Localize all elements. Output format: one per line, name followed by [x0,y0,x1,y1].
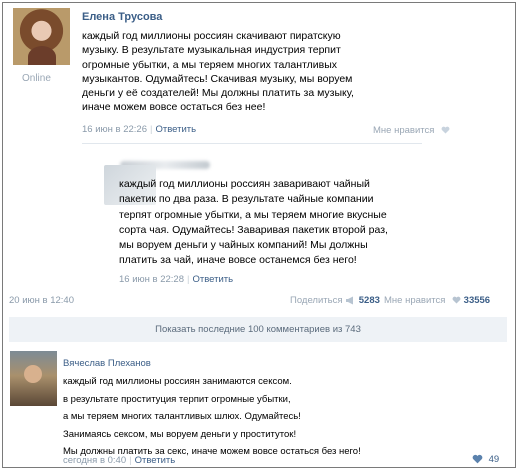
author-name-link[interactable]: Вячеслав Плеханов [63,358,151,369]
author-name-link[interactable]: Елена Трусова [82,11,162,23]
comment-meta: 16 июн в 22:28 | Ответить [119,274,233,285]
heart-icon [452,297,461,305]
comment-line: огромные убытки, а мы теряем многих тала… [82,58,338,71]
comment-line: музыку. В результате музыкальная индустр… [82,44,341,57]
comment-line: пакетик по два раза. В результате чайные… [119,193,374,206]
meta-separator: | [186,274,190,285]
like-button[interactable]: 49 [472,454,499,465]
author-avatar[interactable] [10,351,57,406]
comment-text: каждый год миллионы россиян занимаются с… [63,373,423,461]
comment-date[interactable]: 16 июн в 22:28 [119,274,184,285]
megaphone-icon [346,296,354,305]
heart-icon [472,455,483,464]
reply-link[interactable]: Ответить [155,124,196,135]
comment-meta: сегодня в 0:40 | Ответить [63,455,175,466]
share-label: Поделиться [290,295,343,306]
online-status: Online [22,73,51,84]
comment-line: а мы теряем многих талантливых шлюх. Оду… [63,411,301,423]
heart-icon [441,127,450,135]
post-date[interactable]: 20 июн в 12:40 [9,295,74,306]
comment-line: Занимаясь сексом, мы воруем деньги у про… [63,428,297,440]
comment-text: каждый год миллионы россиян скачивают пи… [82,29,412,115]
share-button[interactable]: Поделиться 5283 [290,295,380,306]
comment-line: иначе можем вовсе остаться без нее! [82,101,266,114]
reply-link[interactable]: Ответить [135,455,176,466]
comment-date[interactable]: сегодня в 0:40 [63,455,126,466]
comment-date[interactable]: 16 июн в 22:26 [82,124,147,135]
comment-line: мы воруем деньги у чайных компаний! Мы д… [119,239,368,252]
like-label: Мне нравится [373,125,435,136]
comment-line: в результате проституция терпит огромные… [63,393,291,405]
comment-line: каждый год миллионы россиян занимаются с… [63,376,292,387]
comment-line: сорта чая. Одумайтесь! Заваривая пакетик… [119,223,388,236]
comment-line: каждый год миллионы россиян заваривают ч… [119,178,370,190]
meta-separator: | [149,124,153,135]
like-count: 49 [488,454,500,465]
share-count: 5283 [358,295,380,306]
comment-text: каждый год миллионы россиян заваривают ч… [119,177,409,269]
like-label: Мне нравится [384,295,446,306]
comment-line: платить за чай, иначе вовсе останемся бе… [119,254,357,267]
comment-meta: 16 июн в 22:26 | Ответить [82,124,196,135]
comment-divider [82,143,422,144]
show-more-comments-button[interactable]: Показать последние 100 комментариев из 7… [9,317,507,342]
post-like-button[interactable]: Мне нравится 33556 [384,295,490,306]
comment-line: деньги у её создателей! Мы должны платит… [82,87,354,100]
comment-line: музыкантов. Одумайтесь! Скачивая музыку,… [82,72,353,85]
like-count: 33556 [463,295,491,306]
like-button[interactable]: Мне нравится [373,125,450,136]
comment-line: каждый год миллионы россиян скачивают пи… [82,30,341,42]
meta-separator: | [129,455,132,466]
author-avatar[interactable] [13,8,70,65]
reply-link[interactable]: Ответить [192,274,233,285]
comment-line: терпят огромные убытки, а мы теряем мног… [119,208,387,221]
